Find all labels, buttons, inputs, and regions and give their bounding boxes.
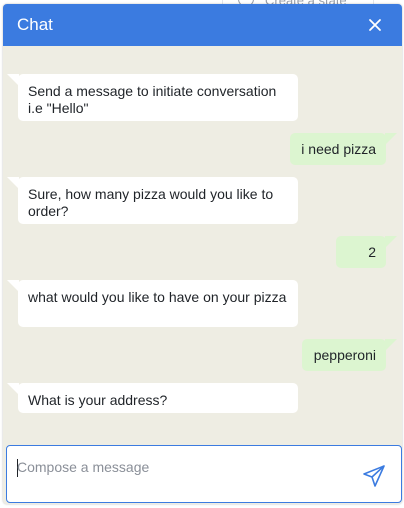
bot-message-text: Sure, how many pizza would you like to o… xyxy=(28,186,274,219)
compose-box xyxy=(6,445,402,503)
bot-message-text: what would you like to have on your pizz… xyxy=(28,289,287,305)
bot-message: What is your address? xyxy=(7,383,298,413)
bot-message: what would you like to have on your pizz… xyxy=(7,280,298,327)
user-message-text: 2 xyxy=(368,244,376,260)
user-message-text: pepperoni xyxy=(313,347,376,363)
send-icon[interactable] xyxy=(362,464,386,488)
bot-message: Send a message to initiate conversation … xyxy=(7,74,298,121)
user-message-text: i need pizza xyxy=(301,141,376,157)
bot-message: Sure, how many pizza would you like to o… xyxy=(7,177,298,224)
chat-window: Chat Send a message to initiate conversa… xyxy=(3,4,402,504)
bot-message-text: What is your address? xyxy=(28,392,168,408)
bot-message-text: Send a message to initiate conversation … xyxy=(28,83,277,116)
chat-title: Chat xyxy=(17,15,53,34)
close-icon[interactable] xyxy=(365,15,385,35)
user-message: 2 xyxy=(336,236,397,268)
compose-input[interactable] xyxy=(17,456,347,478)
user-message: pepperoni xyxy=(302,339,397,371)
user-message: i need pizza xyxy=(290,133,397,165)
chat-header: Chat xyxy=(3,4,402,46)
